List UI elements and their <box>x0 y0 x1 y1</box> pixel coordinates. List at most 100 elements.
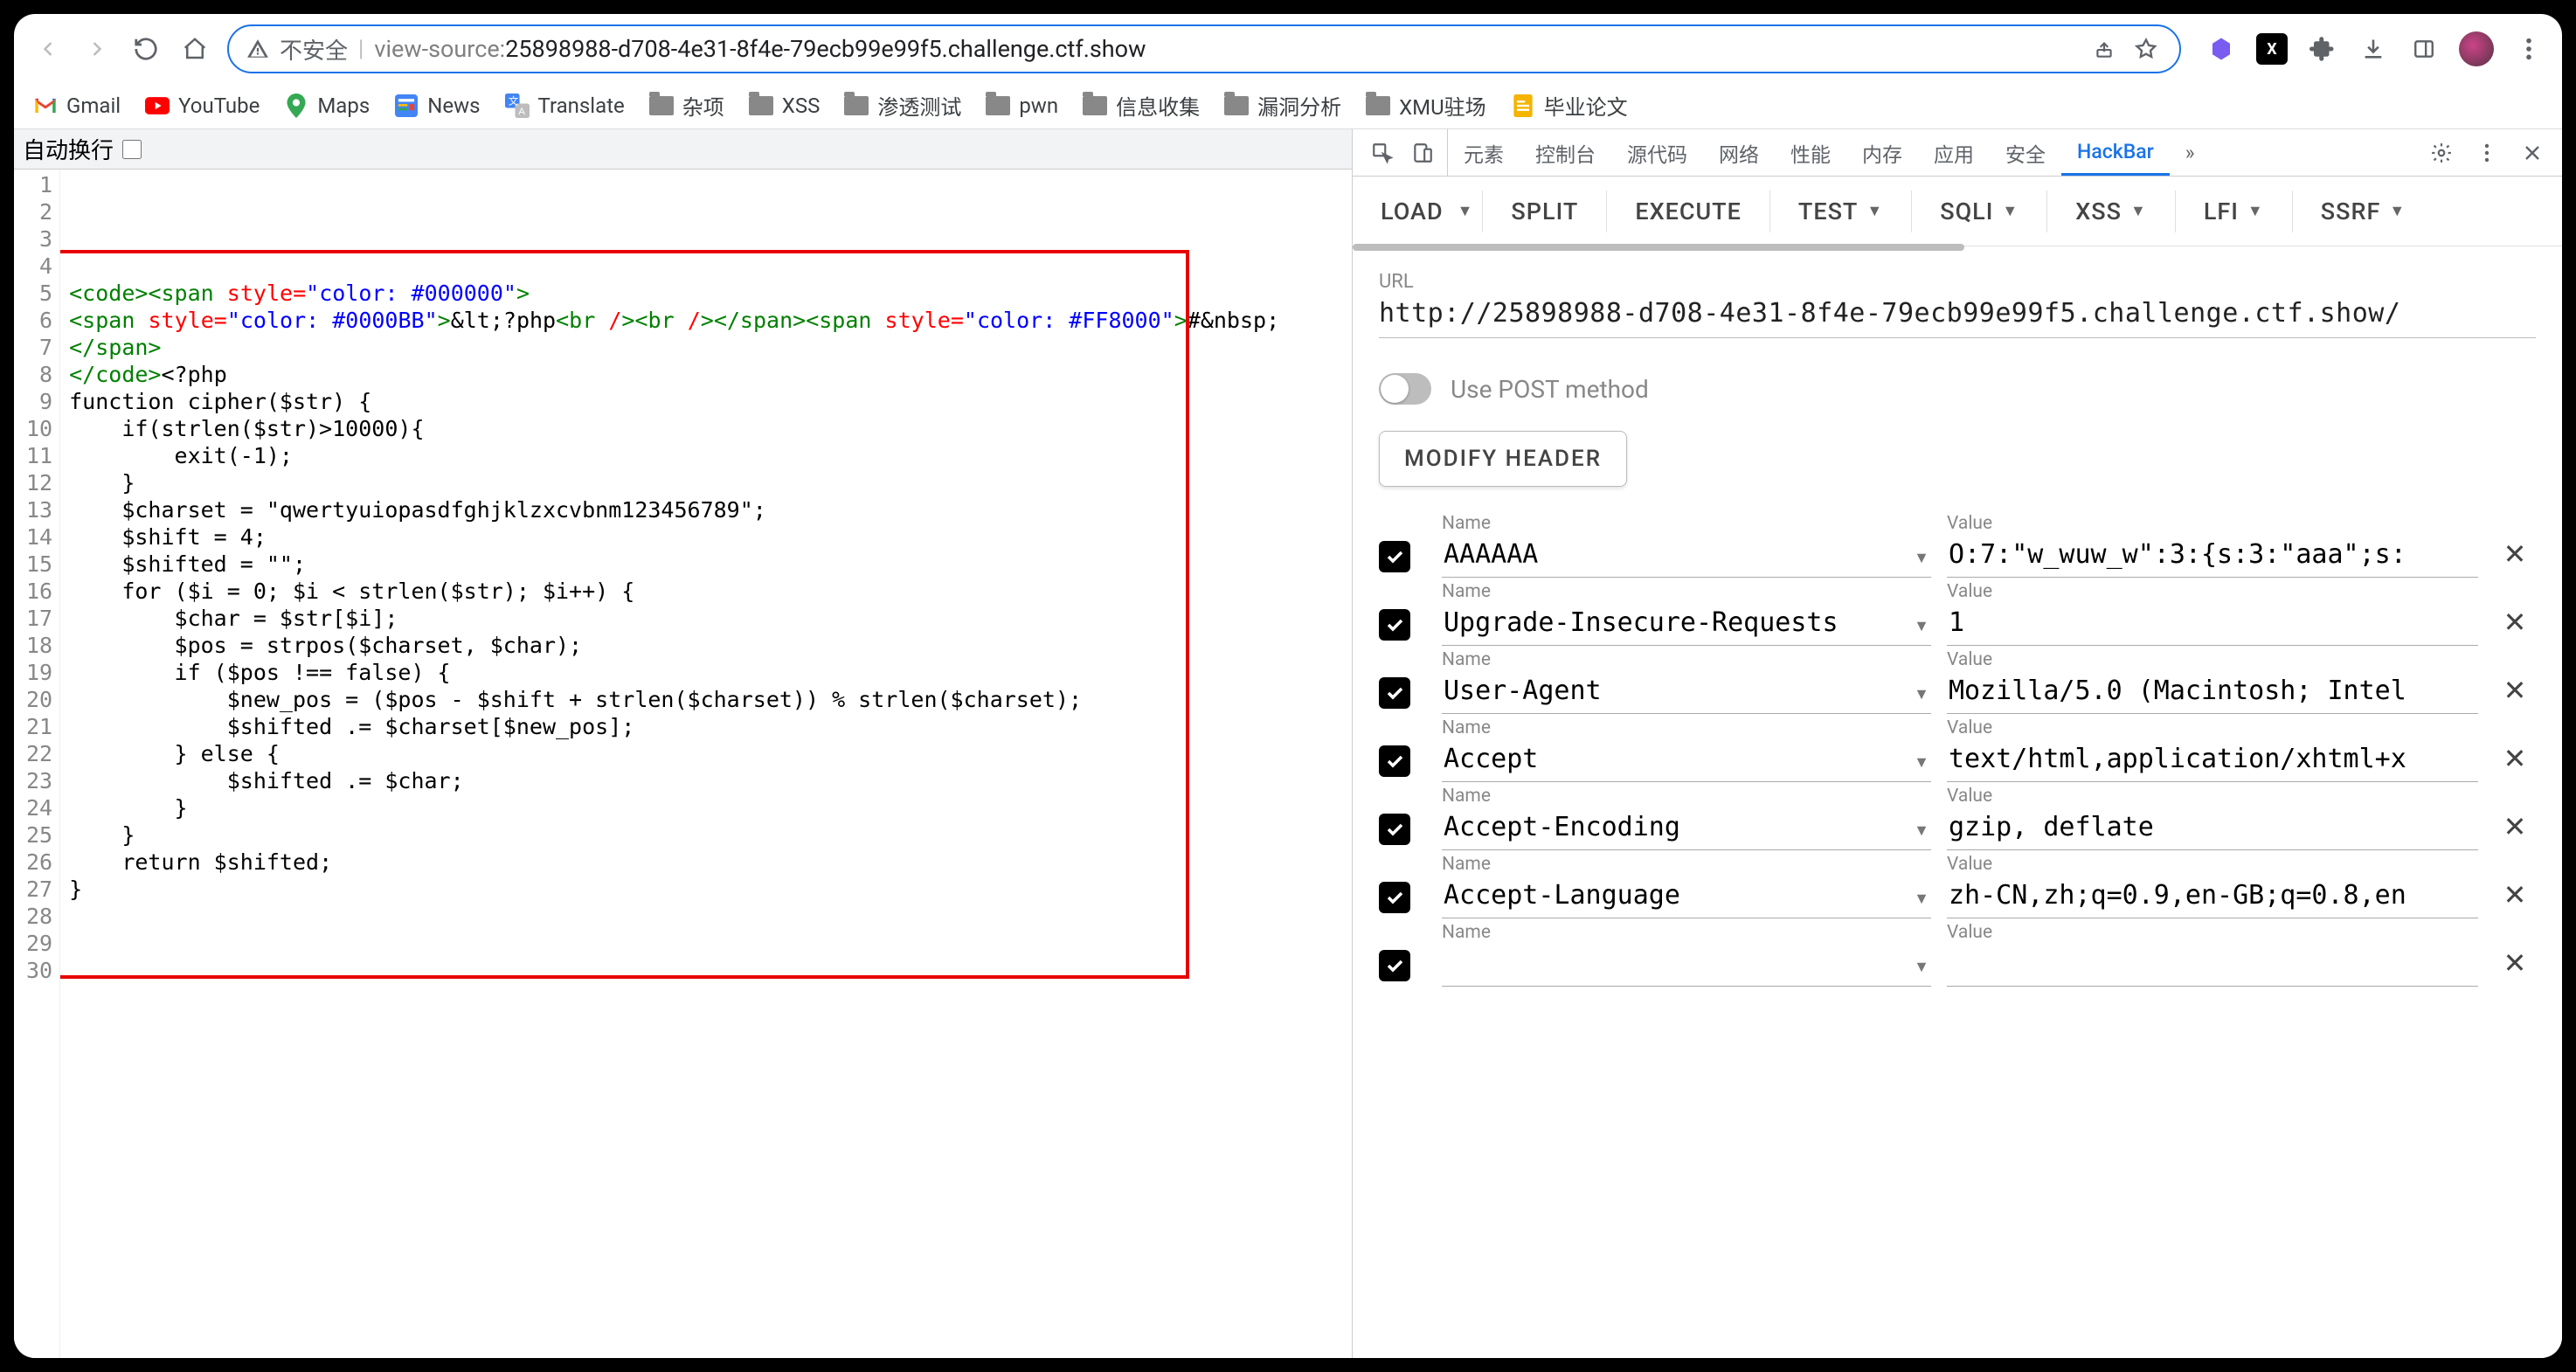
hb-header-name-field: Name ▼ <box>1442 922 1931 987</box>
dropdown-caret-icon[interactable]: ▼ <box>1914 890 1929 908</box>
hb-header-value-input[interactable] <box>1947 672 2478 714</box>
hb-header-checkbox[interactable] <box>1379 541 1410 572</box>
auto-wrap-label: 自动换行 <box>23 133 114 165</box>
dropdown-caret-icon[interactable]: ▼ <box>1914 685 1929 703</box>
menu-icon[interactable] <box>2513 33 2545 65</box>
kebab-icon[interactable] <box>2471 137 2503 169</box>
auto-wrap-checkbox[interactable] <box>122 140 142 159</box>
hb-header-checkbox[interactable] <box>1379 882 1410 913</box>
forward-button[interactable] <box>80 32 114 66</box>
home-button[interactable] <box>178 32 211 66</box>
device-icon[interactable] <box>1407 137 1438 169</box>
hb-header-value-input[interactable] <box>1947 604 2478 646</box>
sidepanel-icon[interactable] <box>2408 33 2440 65</box>
tab-performance[interactable]: 性能 <box>1775 129 1846 176</box>
hb-header-checkbox[interactable] <box>1379 609 1410 641</box>
svg-text:文: 文 <box>508 94 518 107</box>
tab-more[interactable]: » <box>2170 129 2211 176</box>
hb-header-checkbox[interactable] <box>1379 814 1410 845</box>
hb-header-remove-button[interactable]: ✕ <box>2494 537 2536 571</box>
hb-header-remove-button[interactable]: ✕ <box>2494 606 2536 639</box>
hb-header-value-input[interactable] <box>1947 740 2478 782</box>
hb-test-button[interactable]: TEST▼ <box>1770 177 1911 246</box>
hb-header-remove-button[interactable]: ✕ <box>2494 946 2536 980</box>
hb-header-remove-button[interactable]: ✕ <box>2494 674 2536 707</box>
hb-url-input[interactable]: http://25898988-d708-4e31-8f4e-79ecb99e9… <box>1379 293 2536 338</box>
hb-load-button[interactable]: LOAD <box>1353 177 1472 246</box>
dropdown-caret-icon[interactable]: ▼ <box>1914 958 1929 976</box>
tab-security[interactable]: 安全 <box>1990 129 2061 176</box>
hb-header-value-input[interactable] <box>1947 536 2478 578</box>
hb-split-button[interactable]: SPLIT <box>1483 177 1606 246</box>
source-code-body[interactable]: 1234567891011121314151617181920212223242… <box>14 170 1352 1358</box>
tab-elements[interactable]: 元素 <box>1448 129 1520 176</box>
profile-avatar[interactable] <box>2459 31 2494 66</box>
hb-header-checkbox[interactable] <box>1379 745 1410 777</box>
tab-hackbar[interactable]: HackBar <box>2061 129 2170 176</box>
hb-header-checkbox[interactable] <box>1379 950 1410 981</box>
hb-xss-button[interactable]: XSS▼ <box>2047 177 2175 246</box>
share-icon[interactable] <box>2088 33 2120 65</box>
bookmark-youtube[interactable]: YouTube <box>145 94 260 118</box>
settings-icon[interactable] <box>2426 137 2457 169</box>
hb-header-remove-button[interactable]: ✕ <box>2494 810 2536 843</box>
hb-header-value-input[interactable] <box>1947 877 2478 918</box>
dropdown-caret-icon[interactable]: ▼ <box>1914 617 1929 635</box>
bookmark-folder-pwn[interactable]: pwn <box>986 94 1058 118</box>
url-bar[interactable]: 不安全 | view-source:25898988-d708-4e31-8f4… <box>227 24 2181 73</box>
bookmark-folder-xmu[interactable]: XMU驻场 <box>1366 90 1486 121</box>
hb-header-name-input[interactable] <box>1442 808 1931 850</box>
star-icon[interactable] <box>2130 33 2162 65</box>
dropdown-caret-icon[interactable]: ▼ <box>1914 753 1929 772</box>
inspect-icon[interactable] <box>1367 137 1398 169</box>
bookmark-thesis[interactable]: 毕业论文 <box>1511 90 1628 121</box>
bookmark-folder-pentest[interactable]: 渗透测试 <box>844 90 961 121</box>
hb-header-name-input[interactable] <box>1442 536 1931 578</box>
hb-header-remove-button[interactable]: ✕ <box>2494 878 2536 911</box>
hb-header-row: Name ▼ Value ✕ <box>1379 854 2536 918</box>
downloads-icon[interactable] <box>2358 33 2389 65</box>
hb-header-name-input[interactable] <box>1442 877 1931 918</box>
tab-application[interactable]: 应用 <box>1918 129 1990 176</box>
hb-scrollbar[interactable] <box>1353 244 1964 251</box>
extension-icon-2[interactable]: X <box>2256 33 2288 65</box>
hb-execute-button[interactable]: EXECUTE <box>1607 177 1769 246</box>
extensions-icon[interactable] <box>2307 33 2338 65</box>
extension-icon-1[interactable] <box>2206 33 2237 65</box>
close-devtools-icon[interactable] <box>2517 137 2548 169</box>
hb-header-checkbox[interactable] <box>1379 677 1410 709</box>
bookmark-folder-misc[interactable]: 杂项 <box>649 90 724 121</box>
bookmark-translate[interactable]: 文A Translate <box>505 94 625 118</box>
bookmark-folder-vuln[interactable]: 漏洞分析 <box>1224 90 1341 121</box>
auto-wrap-row: 自动换行 <box>14 129 1352 170</box>
hb-modify-header-btn[interactable]: MODIFY HEADER <box>1379 431 1627 487</box>
bookmark-folder-recon[interactable]: 信息收集 <box>1083 90 1200 121</box>
tab-network[interactable]: 网络 <box>1703 129 1775 176</box>
hb-sqli-button[interactable]: SQLI▼ <box>1912 177 2046 246</box>
hb-header-name-input[interactable] <box>1442 672 1931 714</box>
reload-button[interactable] <box>129 32 163 66</box>
bookmark-maps[interactable]: Maps <box>284 94 370 118</box>
tab-sources[interactable]: 源代码 <box>1611 129 1703 176</box>
back-button[interactable] <box>31 32 65 66</box>
hb-load-caret[interactable]: ▼ <box>1458 202 1474 220</box>
hb-header-name-input[interactable] <box>1442 740 1931 782</box>
hb-post-label: Use POST method <box>1451 375 1649 404</box>
hb-header-value-input[interactable] <box>1947 808 2478 850</box>
hb-lfi-button[interactable]: LFI▼ <box>2176 177 2292 246</box>
hb-header-name-input[interactable] <box>1442 945 1931 987</box>
bookmark-news[interactable]: News <box>394 94 480 118</box>
tab-memory[interactable]: 内存 <box>1846 129 1918 176</box>
hb-header-remove-button[interactable]: ✕ <box>2494 742 2536 775</box>
hb-header-row: Name ▼ Value ✕ <box>1379 513 2536 578</box>
bookmark-gmail[interactable]: Gmail <box>33 94 121 118</box>
dropdown-caret-icon[interactable]: ▼ <box>1914 549 1929 567</box>
code-lines[interactable]: <code><span style="color: #000000"><span… <box>60 170 1352 1358</box>
hb-post-toggle[interactable] <box>1379 373 1431 405</box>
hb-header-name-input[interactable] <box>1442 604 1931 646</box>
hb-header-value-input[interactable] <box>1947 945 2478 987</box>
tab-console[interactable]: 控制台 <box>1520 129 1611 176</box>
dropdown-caret-icon[interactable]: ▼ <box>1914 821 1929 840</box>
bookmark-folder-xss[interactable]: XSS <box>749 94 821 118</box>
hb-ssrf-button[interactable]: SSRF▼ <box>2293 177 2434 246</box>
